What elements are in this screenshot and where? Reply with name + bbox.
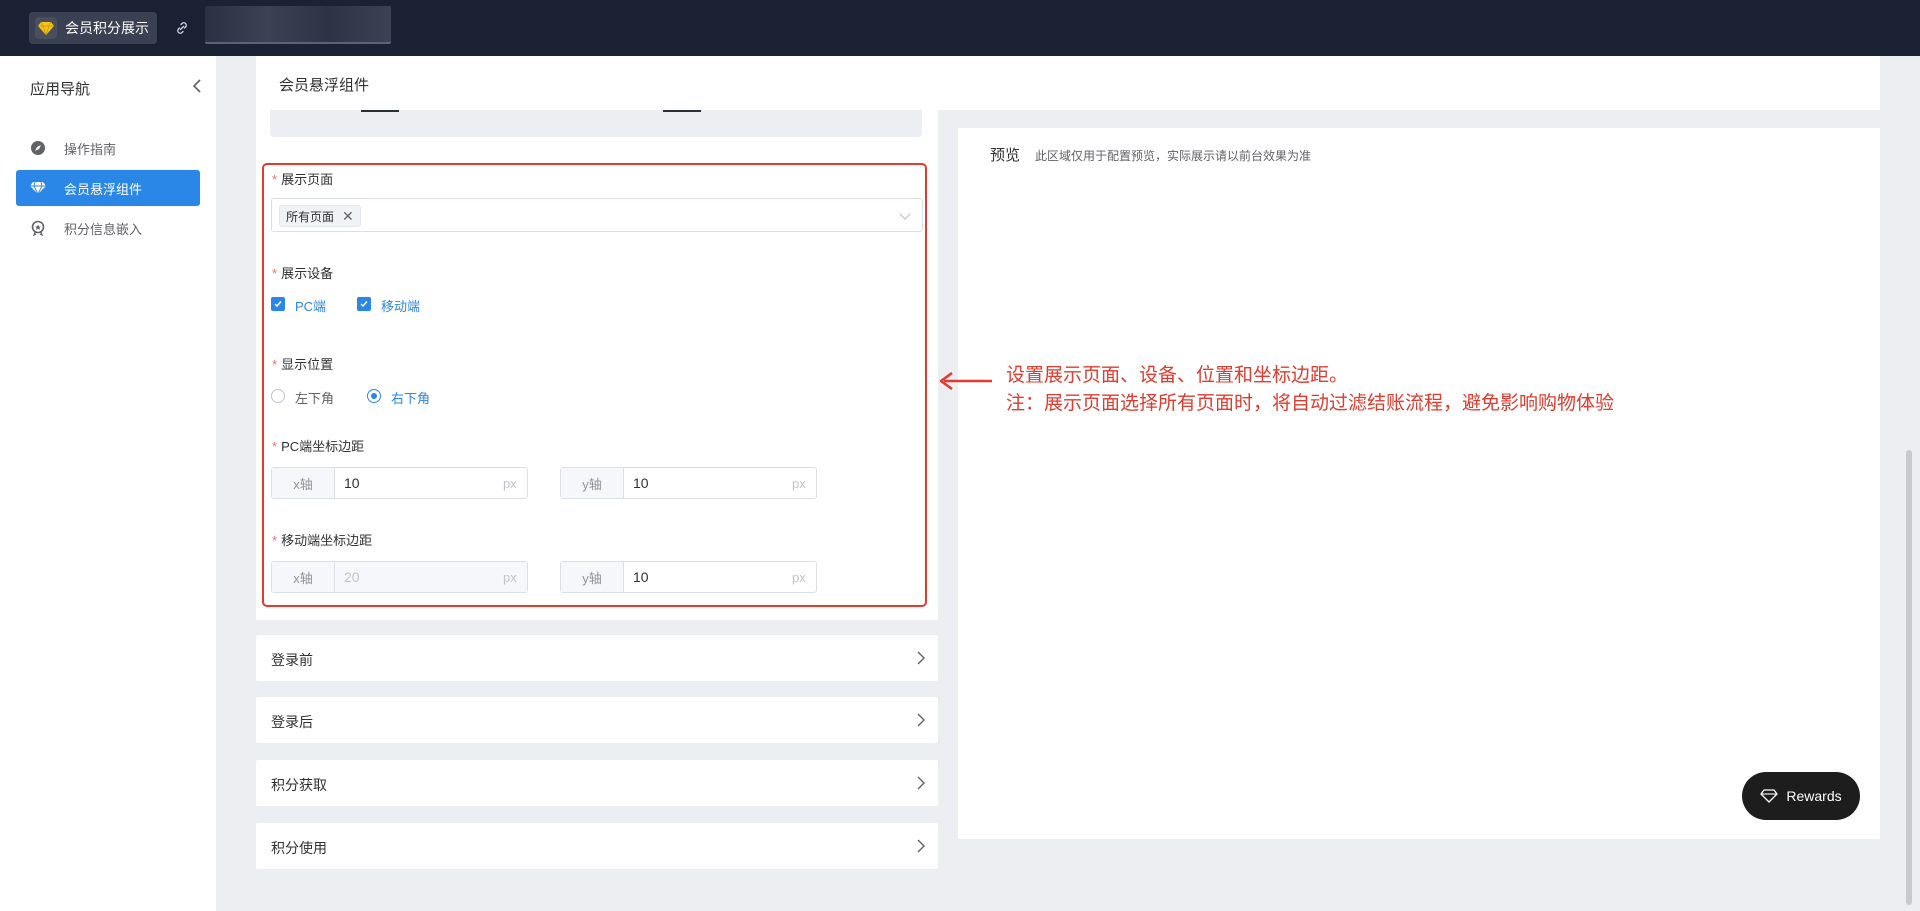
chevron-right-icon — [917, 776, 925, 790]
compass-icon — [28, 138, 48, 158]
display-pages-label: * 展示页面 — [272, 172, 334, 187]
app-switcher[interactable]: 会员积分展示 — [29, 12, 157, 44]
badge-icon — [28, 218, 48, 238]
bottom-left-label[interactable]: 左下角 — [295, 388, 334, 407]
sidebar-item-label: 操作指南 — [64, 141, 117, 157]
section-after-login[interactable]: 登录后 — [256, 697, 938, 743]
collapse-sidebar-icon[interactable] — [190, 76, 204, 96]
page-header: 会员悬浮组件 — [256, 56, 1880, 110]
display-pages-select[interactable]: 所有页面 ✕ — [271, 198, 923, 232]
sidebar-item-label: 会员悬浮组件 — [64, 181, 143, 197]
top-bar: 会员积分展示 — [0, 0, 1920, 56]
pc-y-input[interactable]: y轴 10 px — [560, 467, 817, 499]
preview-panel: 预览 此区域仅用于配置预览，实际展示请以前台效果为准 — [958, 128, 1880, 839]
chevron-right-icon — [917, 713, 925, 727]
annotation-text: 设置展示页面、设备、位置和坐标边距。 注：展示页面选择所有页面时，将自动过滤结账… — [1006, 362, 1614, 418]
mobile-checkbox[interactable] — [357, 297, 371, 311]
diamond-icon — [28, 178, 48, 198]
pc-margin-label: * PC端坐标边距 — [272, 439, 365, 454]
pc-option-label[interactable]: PC端 — [295, 296, 326, 315]
annotation-arrow-icon — [939, 371, 992, 391]
chevron-down-icon — [899, 213, 911, 220]
sidebar-item-label: 积分信息嵌入 — [64, 221, 143, 237]
preview-title: 预览 — [990, 147, 1021, 164]
diamond-logo-icon — [35, 17, 57, 39]
annotation-line-1: 设置展示页面、设备、位置和坐标边距。 — [1006, 365, 1349, 386]
app-name: 会员积分展示 — [65, 20, 149, 36]
previous-field-remnant — [270, 110, 922, 137]
field-divider — [361, 110, 399, 112]
section-earn-points[interactable]: 积分获取 — [256, 760, 938, 806]
diamond-icon — [1760, 789, 1779, 803]
pc-checkbox[interactable] — [271, 297, 285, 311]
sidebar: 应用导航 操作指南 会员悬浮组件 积分信息嵌入 — [0, 56, 216, 911]
mobile-margin-label: * 移动端坐标边距 — [272, 533, 373, 548]
page-title: 会员悬浮组件 — [279, 77, 370, 94]
chevron-right-icon — [917, 839, 925, 853]
position-label: * 显示位置 — [272, 357, 334, 372]
annotation-line-2: 注：展示页面选择所有页面时，将自动过滤结账流程，避免影响购物体验 — [1006, 393, 1615, 414]
link-icon[interactable] — [170, 16, 194, 40]
mobile-x-input: x轴 20 px — [271, 561, 528, 593]
chevron-right-icon — [917, 651, 925, 665]
rewards-button[interactable]: Rewards — [1742, 772, 1860, 820]
bottom-left-radio[interactable] — [271, 389, 285, 403]
store-url-blurred[interactable] — [205, 6, 391, 44]
bottom-right-label[interactable]: 右下角 — [391, 388, 430, 407]
pc-x-input[interactable]: x轴 10 px — [271, 467, 528, 499]
section-before-login[interactable]: 登录前 — [256, 635, 938, 681]
mobile-y-input[interactable]: y轴 10 px — [560, 561, 817, 593]
sidebar-item-points-embed[interactable]: 积分信息嵌入 — [16, 210, 200, 246]
close-icon[interactable]: ✕ — [342, 208, 354, 225]
sidebar-item-floating-widget[interactable]: 会员悬浮组件 — [16, 170, 200, 206]
page-scrollbar[interactable] — [1906, 450, 1912, 905]
display-devices-label: * 展示设备 — [272, 266, 334, 281]
mobile-option-label[interactable]: 移动端 — [381, 296, 420, 315]
preview-description: 此区域仅用于配置预览，实际展示请以前台效果为准 — [1035, 149, 1312, 163]
selected-tag: 所有页面 ✕ — [279, 205, 361, 227]
bottom-right-radio[interactable] — [367, 389, 381, 403]
section-use-points[interactable]: 积分使用 — [256, 823, 938, 869]
field-divider — [663, 110, 701, 112]
sidebar-title: 应用导航 — [30, 81, 91, 98]
sidebar-item-guide[interactable]: 操作指南 — [16, 130, 200, 166]
